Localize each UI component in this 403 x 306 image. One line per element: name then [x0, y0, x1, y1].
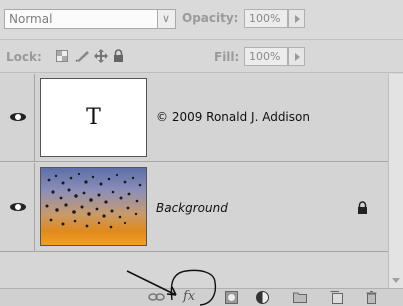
layer-name[interactable]: © 2009 Ronald J. Addison — [156, 110, 310, 124]
lock-transparent-icon[interactable] — [56, 50, 68, 62]
fx-icon[interactable]: fx — [183, 289, 195, 304]
visibility-toggle[interactable] — [0, 163, 35, 251]
opacity-slider-button[interactable] — [288, 9, 305, 28]
link-icon[interactable] — [148, 291, 166, 303]
group-folder-icon[interactable] — [293, 291, 307, 303]
trash-icon[interactable] — [366, 291, 377, 304]
fill-input[interactable]: 100% — [244, 47, 288, 66]
blend-opacity-row: Normal ∨ Opacity: 100% — [0, 0, 403, 40]
layer-row-text[interactable]: T © 2009 Ronald J. Addison — [0, 74, 388, 162]
layers-panel: Normal ∨ Opacity: 100% Lock: Fill: 100% — [0, 0, 403, 306]
visibility-toggle[interactable] — [0, 74, 35, 161]
lock-icon — [358, 201, 367, 214]
brush-icon[interactable] — [75, 49, 91, 63]
layers-empty-area — [0, 253, 388, 288]
adjustment-layer-icon[interactable] — [256, 291, 269, 304]
lock-label: Lock: — [6, 50, 42, 64]
layer-row-background[interactable]: Background — [0, 163, 388, 252]
layers-bottom-toolbar: fx — [0, 288, 403, 306]
layer-name[interactable]: Background — [156, 201, 228, 215]
mask-icon[interactable] — [225, 291, 238, 304]
eye-icon[interactable] — [10, 203, 26, 211]
blend-mode-value: Normal — [9, 12, 53, 26]
lock-all-icon[interactable] — [113, 49, 124, 62]
chevron-down-icon: ∨ — [162, 12, 171, 25]
layer-thumbnail[interactable] — [40, 167, 147, 246]
new-layer-icon[interactable] — [330, 291, 343, 304]
lock-fill-row: Lock: Fill: 100% — [0, 41, 403, 73]
layers-scrollbar[interactable] — [388, 74, 403, 288]
birds-image — [45, 172, 142, 229]
layer-thumbnail[interactable]: T — [40, 78, 147, 157]
fill-slider-button[interactable] — [288, 47, 305, 66]
move-icon[interactable] — [94, 49, 108, 63]
fill-label: Fill: — [214, 50, 240, 64]
blend-mode-select[interactable]: Normal — [4, 9, 158, 29]
opacity-input[interactable]: 100% — [244, 9, 288, 28]
eye-icon[interactable] — [10, 113, 26, 121]
blend-mode-dropdown-button[interactable]: ∨ — [158, 9, 176, 29]
opacity-label: Opacity: — [182, 11, 239, 25]
text-layer-glyph: T — [86, 105, 101, 130]
